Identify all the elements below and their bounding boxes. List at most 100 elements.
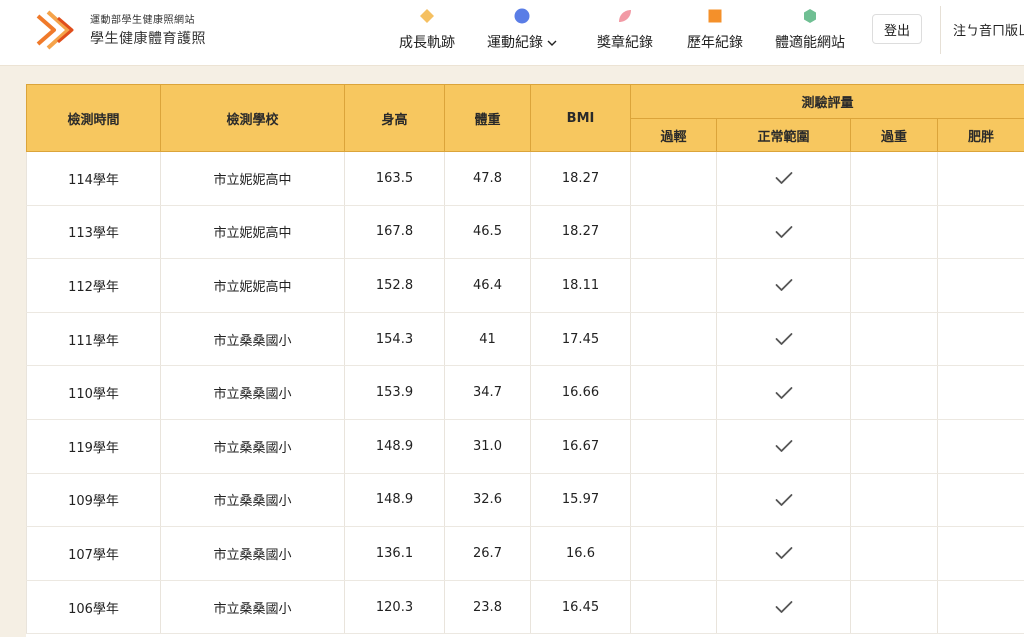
square-icon [708, 9, 722, 23]
cell-overweight [850, 526, 938, 581]
cell-normal [716, 258, 851, 313]
cell-school: 市立桑桑國小 [160, 419, 345, 474]
cell-height: 167.8 [344, 205, 445, 260]
col-header-height: 身高 [344, 84, 445, 152]
diamond-icon [420, 9, 434, 23]
circle-icon [514, 8, 530, 24]
cell-underweight [630, 526, 717, 581]
fitness-record-table: 檢測時間 檢測學校 身高 體重 BMI 測驗評量 過輕 正常範圍 過重 肥胖 1… [26, 84, 1024, 635]
checkmark-icon [775, 386, 792, 399]
cell-time: 109學年 [26, 473, 161, 528]
cell-obese [936, 419, 1024, 474]
cell-overweight [850, 151, 938, 206]
cell-overweight [850, 258, 938, 313]
cell-obese [936, 580, 1024, 635]
nav-history[interactable]: 歷年紀錄 [683, 0, 747, 66]
chevron-down-icon [547, 40, 557, 46]
table-row: 106學年 市立桑桑國小 120.3 23.8 16.45 [26, 580, 1024, 635]
checkmark-icon [775, 225, 792, 238]
cell-bmi: 17.45 [530, 312, 631, 367]
table-row: 114學年 市立妮妮高中 163.5 47.8 18.27 [26, 151, 1024, 206]
table-row: 110學年 市立桑桑國小 153.9 34.7 16.66 [26, 365, 1024, 420]
cell-overweight [850, 473, 938, 528]
checkmark-icon [775, 440, 792, 453]
cell-normal [716, 419, 851, 474]
col-header-evaluation: 測驗評量 [629, 84, 1024, 119]
table-row: 111學年 市立桑桑國小 154.3 41 17.45 [26, 312, 1024, 367]
cell-weight: 31.0 [444, 419, 531, 474]
checkmark-icon [775, 172, 792, 185]
table-row: 119學年 市立桑桑國小 148.9 31.0 16.67 [26, 419, 1024, 474]
table-row: 109學年 市立桑桑國小 148.9 32.6 15.97 [26, 473, 1024, 528]
cell-obese [936, 365, 1024, 420]
cell-obese [936, 205, 1024, 260]
cell-school: 市立桑桑國小 [160, 473, 345, 528]
cell-time: 107學年 [26, 526, 161, 581]
nav-fitness-site[interactable]: 體適能網站 [770, 0, 850, 66]
cell-height: 120.3 [344, 580, 445, 635]
checkmark-icon [775, 493, 792, 506]
cell-underweight [630, 365, 717, 420]
cell-overweight [850, 365, 938, 420]
checkmark-icon [775, 601, 792, 613]
cell-obese [936, 473, 1024, 528]
logout-button[interactable]: 登出 [872, 14, 922, 44]
col-header-normal: 正常範圍 [716, 118, 851, 152]
col-header-overweight: 過重 [850, 118, 938, 152]
nav-fitness-site-label: 體適能網站 [775, 35, 845, 51]
cell-time: 112學年 [26, 258, 161, 313]
nav-exercise-label: 運動紀錄 [487, 35, 543, 51]
nav-growth-label: 成長軌跡 [399, 35, 455, 51]
cell-school: 市立桑桑國小 [160, 580, 345, 635]
checkmark-icon [775, 547, 792, 560]
cell-underweight [630, 473, 717, 528]
col-header-underweight: 過輕 [630, 118, 717, 152]
nav-medals[interactable]: 獎章紀錄 [593, 0, 657, 66]
checkmark-icon [775, 333, 792, 345]
cell-underweight [630, 312, 717, 367]
cell-weight: 46.5 [444, 205, 531, 260]
cell-bmi: 16.6 [530, 526, 631, 581]
cell-weight: 34.7 [444, 365, 531, 420]
phonetic-version-toggle[interactable]: 注ㄅ音ㄇ版ㄩ [953, 20, 1024, 39]
nav-medals-label: 獎章紀錄 [597, 35, 653, 51]
cell-weight: 47.8 [444, 151, 531, 206]
fitness-record-table-container: 檢測時間 檢測學校 身高 體重 BMI 測驗評量 過輕 正常範圍 過重 肥胖 1… [26, 84, 1024, 637]
cell-height: 163.5 [344, 151, 445, 206]
brand-title: 學生健康體育護照 [90, 31, 206, 47]
nav-exercise[interactable]: 運動紀錄 [482, 0, 562, 66]
cell-overweight [850, 419, 938, 474]
cell-normal [716, 365, 851, 420]
cell-height: 148.9 [344, 419, 445, 474]
logo-icon[interactable] [34, 8, 78, 52]
brand-subtitle: 運動部學生健康照網站 [90, 15, 195, 26]
cell-time: 119學年 [26, 419, 161, 474]
cell-overweight [850, 205, 938, 260]
cell-bmi: 16.66 [530, 365, 631, 420]
cell-bmi: 16.45 [530, 580, 631, 635]
cell-underweight [630, 205, 717, 260]
cell-normal [716, 580, 851, 635]
cell-school: 市立妮妮高中 [160, 258, 345, 313]
cell-underweight [630, 419, 717, 474]
cell-weight: 41 [444, 312, 531, 367]
cell-school: 市立妮妮高中 [160, 205, 345, 260]
cell-height: 152.8 [344, 258, 445, 313]
cell-normal [716, 205, 851, 260]
hexagon-icon [804, 9, 816, 23]
cell-normal [716, 473, 851, 528]
cell-overweight [850, 312, 938, 367]
table-row: 113學年 市立妮妮高中 167.8 46.5 18.27 [26, 205, 1024, 260]
nav-growth[interactable]: 成長軌跡 [395, 0, 459, 66]
cell-school: 市立桑桑國小 [160, 365, 345, 420]
nav-history-label: 歷年紀錄 [687, 35, 743, 51]
col-header-weight: 體重 [444, 84, 531, 152]
cell-obese [936, 151, 1024, 206]
cell-school: 市立桑桑國小 [160, 526, 345, 581]
cell-bmi: 18.27 [530, 151, 631, 206]
cell-time: 114學年 [26, 151, 161, 206]
cell-weight: 23.8 [444, 580, 531, 635]
cell-normal [716, 312, 851, 367]
cell-height: 153.9 [344, 365, 445, 420]
cell-obese [936, 312, 1024, 367]
